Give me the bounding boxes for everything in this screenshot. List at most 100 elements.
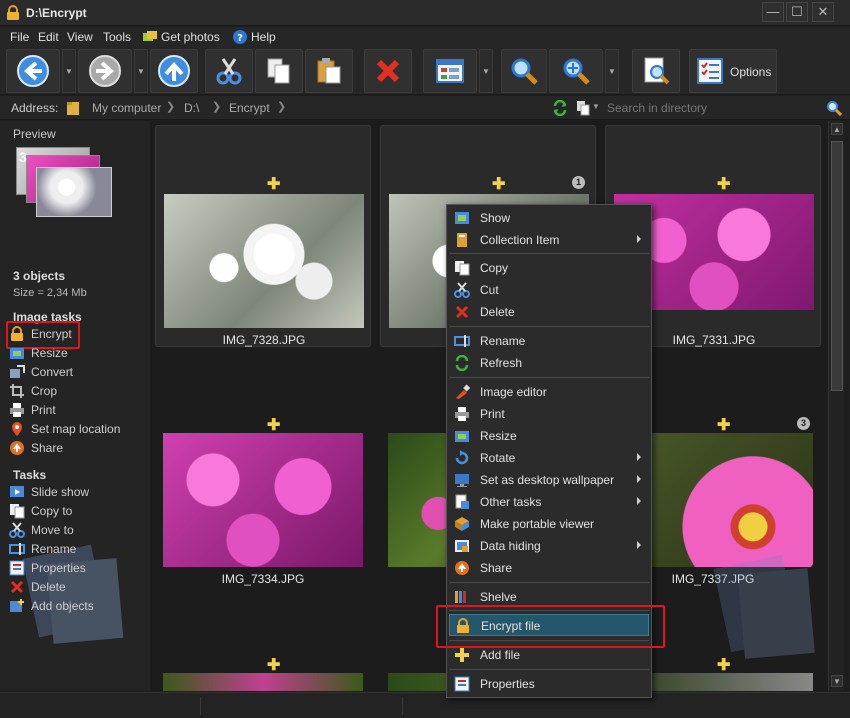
ctx-share[interactable]: Share — [449, 557, 649, 579]
ctx-print[interactable]: Print — [449, 403, 649, 425]
crumb-drive[interactable]: D:\ — [184, 101, 199, 115]
task-move-to[interactable]: Move to — [9, 521, 147, 539]
crumb-chevron-icon[interactable]: ❯ — [277, 100, 286, 113]
task-slide-show[interactable]: Slide show — [9, 483, 147, 501]
ctx-resize[interactable]: Resize — [449, 425, 649, 447]
crumb-chevron-icon[interactable]: ❯ — [166, 100, 175, 113]
paste-button[interactable] — [305, 49, 353, 93]
scroll-thumb[interactable] — [831, 141, 843, 391]
task-convert[interactable]: Convert — [9, 363, 147, 381]
view-mode-button[interactable] — [423, 49, 477, 93]
cut-icon — [216, 58, 242, 85]
photo-white-flowers — [164, 194, 364, 328]
menu-get-photos[interactable]: Get photos — [161, 30, 220, 44]
close-button[interactable]: ✕ — [812, 2, 834, 22]
forward-button[interactable] — [78, 49, 132, 93]
ctx-collection-item[interactable]: Collection Item — [449, 229, 649, 251]
menu-bar: File Edit View Tools Get photos ? Help — [0, 27, 850, 47]
search-icon[interactable] — [826, 100, 842, 116]
app-lock-icon — [7, 5, 19, 20]
ctx-other-tasks[interactable]: Other tasks — [449, 491, 649, 513]
back-dropdown[interactable]: ▼ — [62, 49, 76, 93]
preview-button[interactable] — [632, 49, 680, 93]
forward-dropdown[interactable]: ▼ — [134, 49, 148, 93]
back-button[interactable] — [6, 49, 60, 93]
share-icon — [10, 441, 24, 455]
refresh-icon[interactable] — [552, 100, 568, 116]
crumb-my-computer[interactable]: My computer — [92, 101, 161, 115]
zoom-button[interactable] — [549, 49, 603, 93]
copy-button[interactable] — [255, 49, 303, 93]
objects-size: Size = 2,34 Mb — [13, 287, 87, 299]
ctx-set-wallpaper[interactable]: Set as desktop wallpaper — [449, 469, 649, 491]
vertical-scrollbar[interactable]: ▲ ▼ — [828, 121, 844, 691]
properties-icon — [454, 676, 470, 692]
cut-icon — [454, 282, 470, 298]
task-set-map-location[interactable]: Set map location — [9, 420, 147, 438]
task-print[interactable]: Print — [9, 401, 147, 419]
thumbnail-tile[interactable]: ✚ IMG_7328.JPG — [155, 125, 371, 347]
ctx-cut[interactable]: Cut — [449, 279, 649, 301]
up-button[interactable] — [150, 49, 198, 93]
search-scope-dropdown-icon[interactable]: ▼ — [592, 102, 600, 111]
ctx-properties[interactable]: Properties — [449, 673, 649, 695]
minimize-button[interactable]: — — [762, 2, 784, 22]
help-icon: ? — [233, 30, 247, 44]
ctx-show[interactable]: Show — [449, 207, 649, 229]
status-divider — [402, 697, 403, 715]
scroll-down-arrow-icon[interactable]: ▼ — [831, 675, 843, 687]
data-hiding-icon — [455, 540, 469, 552]
delete-icon — [10, 580, 24, 594]
task-rename[interactable]: Rename — [9, 540, 147, 558]
options-button[interactable]: Options — [689, 49, 777, 93]
ctx-rotate[interactable]: Rotate — [449, 447, 649, 469]
photo-pink-flowers[interactable] — [163, 433, 363, 567]
view-mode-dropdown[interactable]: ▼ — [479, 49, 493, 93]
photo-partial[interactable] — [163, 673, 363, 691]
zoom-dropdown[interactable]: ▼ — [605, 49, 619, 93]
task-label: Crop — [31, 384, 58, 398]
ctx-copy[interactable]: Copy — [449, 257, 649, 279]
menu-view[interactable]: View — [67, 30, 93, 44]
scroll-up-arrow-icon[interactable]: ▲ — [831, 123, 843, 135]
ctx-image-editor[interactable]: Image editor — [449, 381, 649, 403]
status-bar — [0, 692, 850, 718]
print-icon — [455, 407, 469, 421]
search-input[interactable]: Search in directory — [607, 101, 707, 115]
task-properties[interactable]: Properties — [9, 559, 147, 577]
menu-edit[interactable]: Edit — [38, 30, 59, 44]
portable-viewer-icon — [455, 517, 469, 531]
crumb-chevron-icon[interactable]: ❯ — [212, 100, 221, 113]
search-button[interactable] — [501, 49, 547, 93]
ctx-delete[interactable]: Delete — [449, 301, 649, 323]
ctx-make-portable-viewer[interactable]: Make portable viewer — [449, 513, 649, 535]
menu-help[interactable]: Help — [251, 30, 276, 44]
add-collection-icon[interactable]: ✚ — [717, 415, 730, 435]
maximize-button[interactable]: ☐ — [786, 2, 808, 22]
search-scope-icon[interactable] — [576, 100, 590, 116]
task-copy-to[interactable]: Copy to — [9, 502, 147, 520]
task-resize[interactable]: Resize — [9, 344, 147, 362]
cut-button[interactable] — [205, 49, 253, 93]
task-delete[interactable]: Delete — [9, 578, 147, 596]
task-crop[interactable]: Crop — [9, 382, 147, 400]
toolbar: ▼ ▼ ▼ ▼ Options — [0, 47, 850, 95]
add-collection-icon[interactable]: ✚ — [267, 415, 280, 435]
delete-button[interactable] — [364, 49, 412, 93]
task-share[interactable]: Share — [9, 439, 147, 457]
zoom-icon — [563, 58, 590, 85]
task-add-objects[interactable]: Add objects — [9, 597, 147, 615]
ctx-data-hiding[interactable]: Data hiding — [449, 535, 649, 557]
add-collection-icon[interactable]: ✚ — [717, 174, 730, 194]
delete-icon — [455, 305, 469, 319]
ctx-rename[interactable]: Rename — [449, 330, 649, 352]
menu-tools[interactable]: Tools — [103, 30, 131, 44]
add-collection-icon[interactable]: ✚ — [267, 174, 280, 194]
add-collection-icon[interactable]: ✚ — [267, 655, 280, 675]
crumb-encrypt[interactable]: Encrypt — [229, 101, 270, 115]
up-icon — [158, 55, 190, 87]
menu-file[interactable]: File — [10, 30, 29, 44]
ctx-label: Show — [480, 211, 511, 225]
add-collection-icon[interactable]: ✚ — [492, 174, 505, 194]
ctx-refresh[interactable]: Refresh — [449, 352, 649, 374]
